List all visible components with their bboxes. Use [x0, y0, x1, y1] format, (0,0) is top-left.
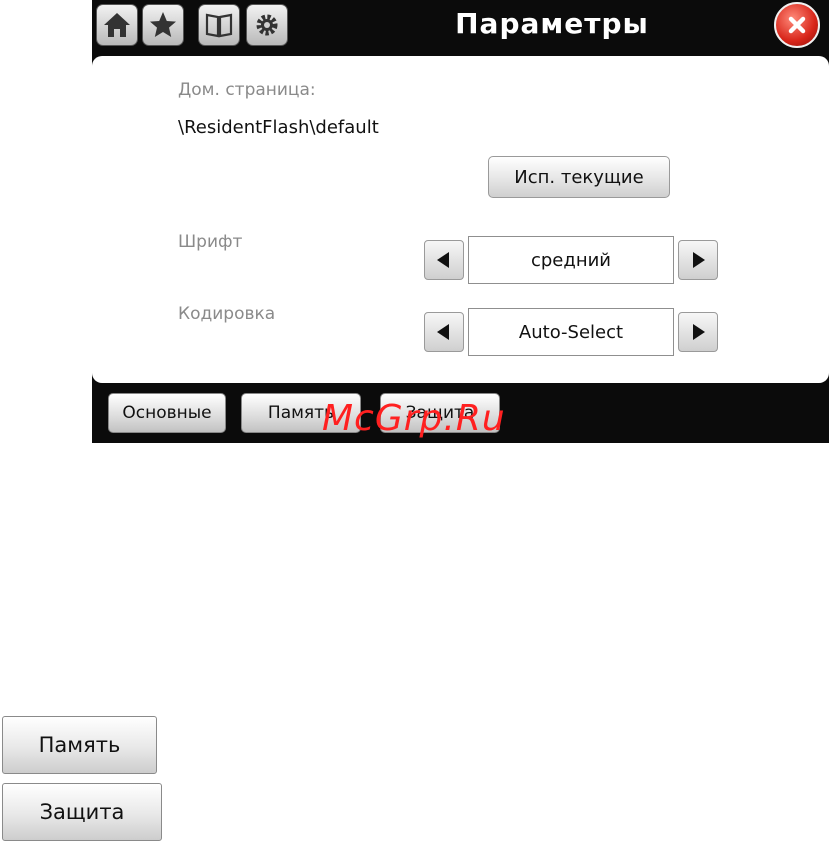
star-icon	[150, 12, 176, 37]
bookmarks-button[interactable]	[198, 4, 240, 46]
book-icon	[205, 13, 233, 38]
close-icon	[788, 16, 806, 34]
settings-button[interactable]	[246, 4, 288, 46]
homepage-value: \ResidentFlash\default	[178, 117, 379, 138]
arrow-left-icon	[437, 252, 449, 268]
close-button[interactable]	[774, 2, 820, 48]
arrow-right-icon	[693, 324, 705, 340]
font-label: Шрифт	[178, 232, 243, 252]
font-size-stepper: средний	[424, 236, 720, 284]
gear-icon	[256, 14, 278, 36]
favorites-button[interactable]	[142, 4, 184, 46]
encoding-next-button[interactable]	[678, 312, 718, 352]
home-icon	[104, 13, 130, 37]
font-size-value: средний	[468, 236, 674, 284]
home-button[interactable]	[96, 4, 138, 46]
window-title: Параметры	[455, 7, 649, 40]
memory-button[interactable]: Память	[2, 716, 157, 774]
tab-main[interactable]: Основные	[108, 393, 226, 433]
arrow-right-icon	[693, 252, 705, 268]
homepage-label: Дом. страница:	[178, 80, 316, 100]
encoding-stepper: Auto-Select	[424, 308, 720, 356]
font-next-button[interactable]	[678, 240, 718, 280]
arrow-left-icon	[437, 324, 449, 340]
settings-panel: Дом. страница: \ResidentFlash\default Ис…	[92, 56, 829, 383]
encoding-label: Кодировка	[178, 304, 276, 324]
security-button[interactable]: Защита	[2, 783, 162, 841]
encoding-prev-button[interactable]	[424, 312, 464, 352]
title-bar: Параметры	[92, 0, 829, 54]
browser-settings-window: Параметры Дом. страница: \ResidentFlash\…	[92, 0, 829, 443]
font-prev-button[interactable]	[424, 240, 464, 280]
use-current-button[interactable]: Исп. текущие	[488, 156, 670, 198]
encoding-value: Auto-Select	[468, 308, 674, 356]
watermark-text: McGrp.Ru	[322, 398, 506, 439]
